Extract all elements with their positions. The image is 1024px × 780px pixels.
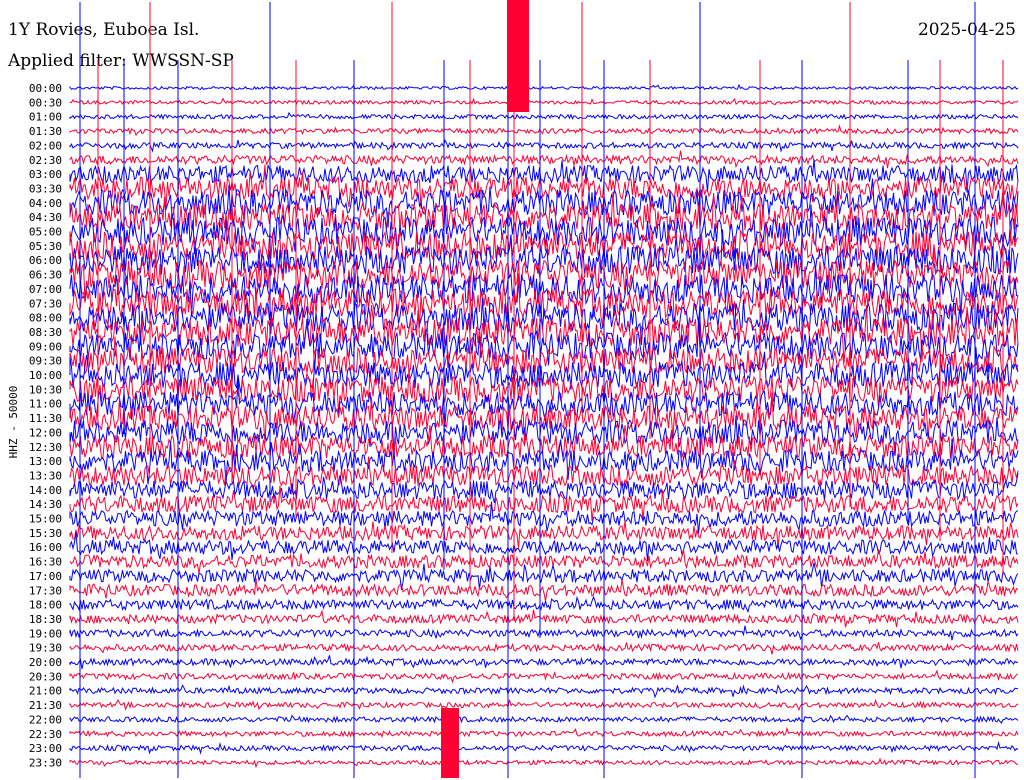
tick-label-layer: 00:0000:30 01:0001:3002:00 02:3003:0003:30… (29, 82, 62, 769)
time-tick-label: 10:00 (29, 369, 62, 382)
time-tick-label: 23:00 (29, 742, 62, 755)
time-tick-label: 02:30 (29, 154, 62, 167)
time-tick-label: 17:00 (29, 570, 62, 583)
trace-line (69, 425, 1019, 460)
trace-line (69, 669, 1019, 684)
trace-line (69, 595, 1019, 614)
time-tick-label: 04:00 (29, 197, 62, 210)
time-tick-label: 06:30 (29, 269, 62, 282)
time-tick-label: 05:00 (29, 226, 62, 239)
time-tick-label: 18:30 (29, 613, 62, 626)
time-tick-label: 05:30 (29, 240, 62, 253)
time-tick-label: 14:30 (29, 498, 62, 511)
time-tick-label: 06:00 (29, 254, 62, 267)
trace-line (69, 642, 1019, 655)
time-tick-label: 17:30 (29, 584, 62, 597)
time-tick-label: 07:00 (29, 283, 62, 296)
event-burst-bottom (441, 708, 459, 778)
time-tick-label: 11:00 (29, 398, 62, 411)
trace-line (69, 578, 1019, 602)
helicorder-plot: 00:0000:30 01:0001:3002:00 02:3003:0003:30… (7, 0, 1019, 778)
trace-line (69, 655, 1019, 670)
time-tick-label: 07:30 (29, 297, 62, 310)
time-tick-label: 13:00 (29, 455, 62, 468)
time-tick-label: 11:30 (29, 412, 62, 425)
trace-line (69, 150, 1019, 169)
time-tick-label: 12:30 (29, 441, 62, 454)
time-tick-label: 09:00 (29, 340, 62, 353)
time-tick-label: 03:30 (29, 182, 62, 195)
time-tick-label: 22:30 (29, 728, 62, 741)
time-tick-label: 18:00 (29, 599, 62, 612)
trace-line (69, 757, 1019, 769)
time-tick-label: 08:00 (29, 312, 62, 325)
time-tick-label: 00:00 (29, 82, 62, 95)
time-tick-label: 16:30 (29, 556, 62, 569)
trace-line (69, 740, 1019, 755)
time-tick-label: 01:00 (29, 111, 62, 124)
trace-line (69, 684, 1018, 699)
trace-layer (69, 83, 1019, 769)
trace-line (69, 609, 1019, 628)
time-tick-label: 13:30 (29, 469, 62, 482)
time-tick-label: 23:30 (29, 756, 62, 769)
time-tick-label: 19:00 (29, 627, 62, 640)
event-burst-top (507, 0, 529, 112)
time-tick-label: 03:00 (29, 168, 62, 181)
trace-line (69, 139, 1019, 153)
trace-line (69, 97, 1019, 106)
time-tick-label: 14:00 (29, 484, 62, 497)
time-tick-label: 12:00 (29, 426, 62, 439)
trace-line (69, 159, 1019, 193)
time-tick-label: 01:30 (29, 125, 62, 138)
trace-line (69, 714, 1019, 724)
time-tick-label: 15:30 (29, 527, 62, 540)
time-tick-label: 16:00 (29, 541, 62, 554)
trace-line (69, 83, 1019, 91)
time-tick-label: 15:00 (29, 513, 62, 526)
trace-line (69, 124, 1019, 137)
time-tick-label: 19:30 (29, 642, 62, 655)
time-tick-label: 02:00 (29, 139, 62, 152)
trace-line (69, 726, 1019, 739)
time-tick-label: 10:30 (29, 383, 62, 396)
trace-line (69, 111, 1019, 121)
time-tick-label: 00:30 (29, 96, 62, 109)
trace-line (69, 223, 1019, 267)
trace-line (69, 562, 1019, 590)
trace-line (69, 698, 1019, 712)
time-tick-label: 22:00 (29, 713, 62, 726)
y-axis-label: HHZ - 50000 (7, 386, 20, 459)
time-tick-label: 09:30 (29, 355, 62, 368)
time-tick-label: 21:00 (29, 685, 62, 698)
time-tick-label: 20:30 (29, 670, 62, 683)
time-tick-label: 21:30 (29, 699, 62, 712)
trace-line (69, 625, 1019, 641)
time-tick-label: 04:30 (29, 211, 62, 224)
time-tick-label: 08:30 (29, 326, 62, 339)
time-tick-label: 20:00 (29, 656, 62, 669)
